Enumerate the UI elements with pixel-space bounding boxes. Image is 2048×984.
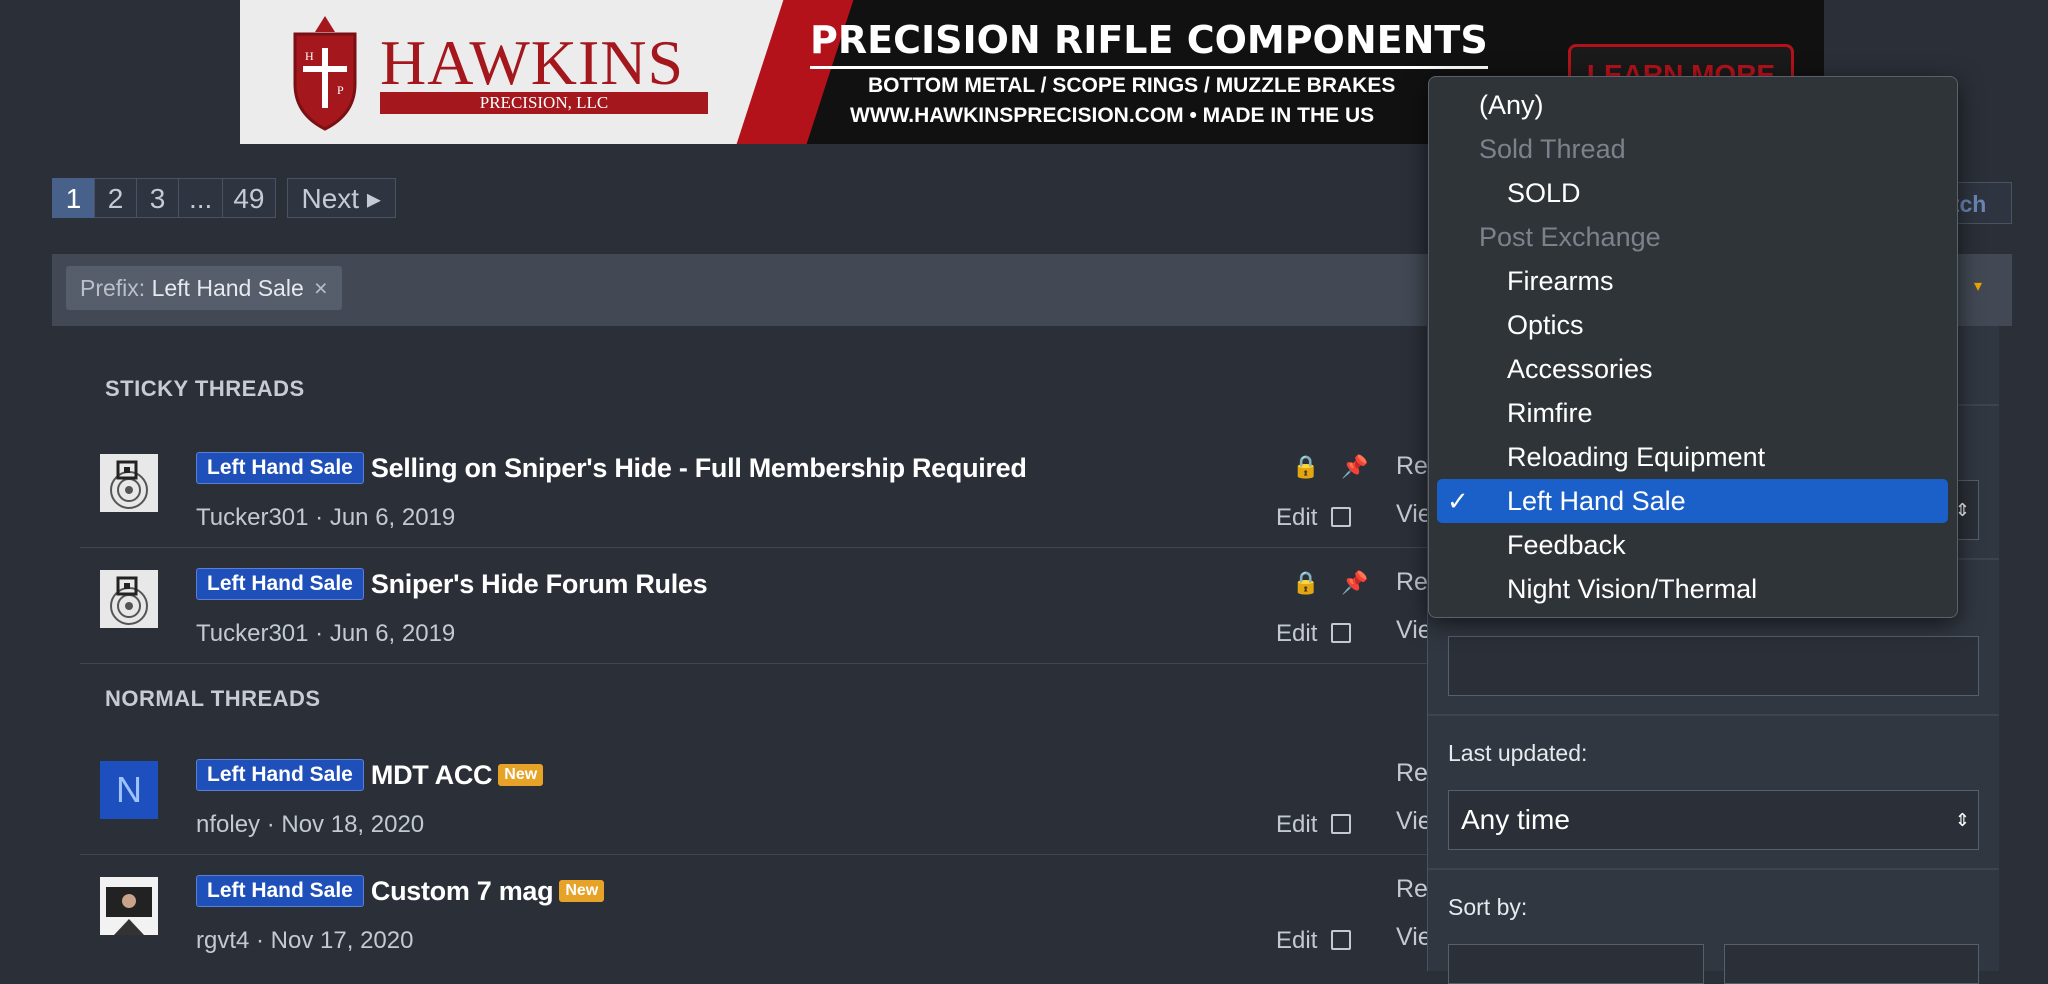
close-icon[interactable]: × (314, 275, 327, 301)
new-badge: New (498, 764, 544, 786)
page-2-link[interactable]: 2 (94, 178, 137, 218)
page-49-link[interactable]: 49 (222, 178, 276, 218)
thread-edit[interactable]: Edit (1276, 620, 1352, 648)
thread-prefix-label[interactable]: Left Hand Sale (196, 568, 364, 600)
svg-text:P: P (337, 83, 344, 97)
edit-link[interactable]: Edit (1276, 620, 1317, 647)
filter-chip-value: Left Hand Sale (151, 275, 304, 301)
option-rimfire[interactable]: Rimfire (1437, 391, 1948, 435)
option-optics[interactable]: Optics (1437, 303, 1948, 347)
panel-divider (1428, 714, 1999, 716)
new-badge: New (559, 880, 605, 902)
option-accessories[interactable]: Accessories (1437, 347, 1948, 391)
thread-meta: rgvt4 · Nov 17, 2020 (196, 927, 414, 954)
thread-title-link[interactable]: Custom 7 mag (371, 876, 554, 907)
select-checkbox[interactable] (1331, 930, 1352, 950)
select-checkbox[interactable] (1331, 814, 1352, 834)
option-label: (Any) (1479, 90, 1544, 120)
thread-row[interactable]: N Left Hand Sale MDT ACC New nfoley · No… (80, 739, 1500, 855)
sort-by-label: Sort by: (1448, 894, 1528, 920)
group-sold-thread: Sold Thread (1437, 127, 1948, 171)
page-1-link[interactable]: 1 (52, 178, 95, 218)
select-checkbox[interactable] (1331, 507, 1352, 527)
user-photo-avatar[interactable] (100, 877, 158, 935)
page-ellipsis[interactable]: ... (178, 178, 224, 218)
filter-chip-label: Prefix: (80, 275, 146, 301)
option-label: Reloading Equipment (1507, 442, 1766, 472)
page-3-link[interactable]: 3 (136, 178, 179, 218)
panel-divider (1428, 868, 1999, 870)
thread-row[interactable]: Left Hand Sale Custom 7 mag New rgvt4 · … (80, 855, 1500, 970)
banner-line-1: BOTTOM METAL / SCOPE RINGS / MUZZLE BRAK… (868, 74, 1396, 97)
thread-status-icons: 🔒 📌 (1292, 454, 1369, 480)
last-updated-value: Any time (1461, 804, 1570, 835)
normal-threads-heading: NORMAL THREADS (105, 686, 321, 711)
select-checkbox[interactable] (1331, 623, 1352, 643)
thread-row[interactable]: Left Hand Sale Sniper's Hide Forum Rules… (80, 548, 1500, 664)
thread-edit[interactable]: Edit (1276, 504, 1352, 532)
thread-row[interactable]: Left Hand Sale Selling on Sniper's Hide … (80, 432, 1500, 548)
group-label: Sold Thread (1479, 134, 1626, 164)
option-reloading-equipment[interactable]: Reloading Equipment (1437, 435, 1948, 479)
thread-meta: nfoley · Nov 18, 2020 (196, 811, 425, 838)
lock-icon: 🔒 (1292, 454, 1320, 479)
hawkins-crest-icon: H P (293, 16, 357, 131)
option-label: Left Hand Sale (1507, 486, 1686, 516)
edit-link[interactable]: Edit (1276, 927, 1317, 954)
thread-prefix-label[interactable]: Left Hand Sale (196, 759, 364, 791)
chevron-down-icon[interactable]: ▾ (1974, 276, 1982, 296)
option-firearms[interactable]: Firearms (1437, 259, 1948, 303)
option-feedback[interactable]: Feedback (1437, 523, 1948, 567)
pin-icon: 📌 (1341, 454, 1369, 479)
sort-direction-select[interactable] (1724, 944, 1979, 984)
edit-link[interactable]: Edit (1276, 811, 1317, 838)
thread-meta: Tucker301 · Jun 6, 2019 (196, 620, 456, 647)
group-post-exchange: Post Exchange (1437, 215, 1948, 259)
next-page-button[interactable]: Next ▸ (286, 178, 396, 218)
sort-field-select[interactable] (1448, 944, 1704, 984)
option-label: SOLD (1507, 178, 1581, 208)
option-sold[interactable]: SOLD (1437, 171, 1948, 215)
thread-prefix-label[interactable]: Left Hand Sale (196, 452, 364, 484)
thread-meta: Tucker301 · Jun 6, 2019 (196, 504, 456, 531)
thread-title-link[interactable]: Sniper's Hide Forum Rules (371, 569, 708, 600)
select-arrows-icon: ⇕ (1954, 810, 1970, 830)
started-by-input[interactable] (1448, 636, 1979, 696)
avatar[interactable]: N (100, 761, 158, 819)
target-avatar-icon[interactable] (100, 454, 158, 512)
prefix-filter-chip[interactable]: Prefix: Left Hand Sale × (66, 266, 342, 310)
option-any[interactable]: (Any) (1437, 83, 1948, 127)
thread-title-link[interactable]: Selling on Sniper's Hide - Full Membersh… (371, 453, 1027, 484)
option-left-hand-sale[interactable]: ✓ Left Hand Sale (1437, 479, 1948, 523)
target-avatar-icon[interactable] (100, 570, 158, 628)
pagination: 1 2 3 ... 49 Next ▸ (52, 178, 396, 220)
option-label: Rimfire (1507, 398, 1593, 428)
sticky-threads-heading: STICKY THREADS (105, 376, 305, 401)
svg-text:H: H (305, 49, 314, 63)
lock-icon: 🔒 (1292, 570, 1320, 595)
option-label: Night Vision/Thermal (1507, 574, 1758, 604)
banner-headline: PRECISION RIFLE COMPONENTS (810, 18, 1488, 69)
thread-prefix-label[interactable]: Left Hand Sale (196, 875, 364, 907)
option-label: Accessories (1507, 354, 1653, 384)
thread-edit[interactable]: Edit (1276, 927, 1352, 955)
option-label: Optics (1507, 310, 1584, 340)
banner-brand-sub: PRECISION, LLC (380, 92, 708, 114)
last-updated-select[interactable]: Any time ⇕ (1448, 790, 1979, 850)
thread-status-icons: 🔒 📌 (1292, 570, 1369, 596)
pin-icon: 📌 (1341, 570, 1369, 595)
banner-brand: HAWKINS (380, 27, 685, 98)
thread-edit[interactable]: Edit (1276, 811, 1352, 839)
checkmark-icon: ✓ (1447, 486, 1469, 516)
last-updated-label: Last updated: (1448, 740, 1588, 766)
option-label: Feedback (1507, 530, 1626, 560)
thread-title-link[interactable]: MDT ACC (371, 760, 493, 791)
option-label: Firearms (1507, 266, 1614, 296)
prefix-dropdown-menu: (Any) Sold Thread SOLD Post Exchange Fir… (1428, 76, 1958, 618)
banner-line-2: WWW.HAWKINSPRECISION.COM • MADE IN THE U… (850, 104, 1375, 127)
edit-link[interactable]: Edit (1276, 504, 1317, 531)
group-label: Post Exchange (1479, 222, 1661, 252)
option-night-vision-thermal[interactable]: Night Vision/Thermal (1437, 567, 1948, 611)
